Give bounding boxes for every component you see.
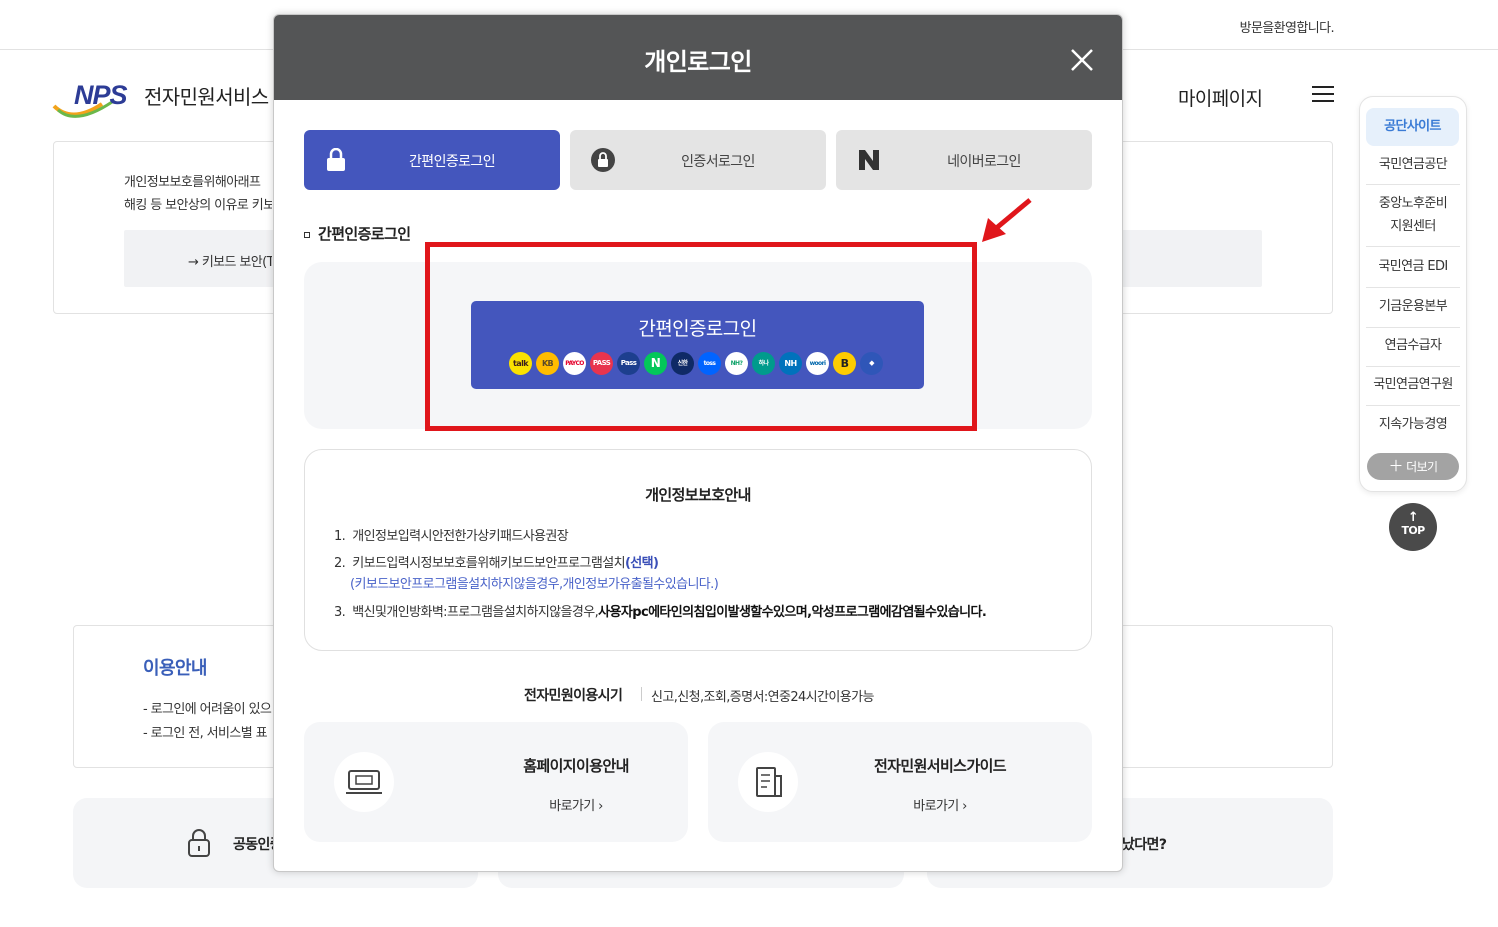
divider	[641, 687, 642, 701]
welcome-text: 방문을환영합니다.	[1239, 21, 1335, 36]
item-number: 3.	[334, 605, 346, 620]
keyboard-security-link[interactable]: → 키보드 보안(T	[188, 251, 272, 270]
side-more-button[interactable]: ＋ 더보기	[1367, 453, 1459, 480]
usage-line: - 로그인 전, 서비스별 표	[143, 726, 268, 741]
section-label: 간편인증로그인	[304, 223, 411, 244]
notice-line: 해킹 등 보안상의 이유로 키보	[124, 198, 272, 213]
arrow-annotation-icon	[982, 198, 1032, 242]
bullet-icon	[304, 231, 310, 238]
side-item-label: 지원센터	[1390, 219, 1436, 234]
bottom-card-label: 공동인증	[233, 837, 273, 853]
logo-mark[interactable]: NPS	[74, 80, 128, 111]
privacy-item-2-sub: (키보드보안프로그램을설치하지않을경우,개인정보가유출될수있습니다.)	[350, 577, 719, 592]
privacy-item-3: 3. 백신및개인방화벽:프로그램을설치하지않을경우,사용자pc에타인의침입이발생…	[334, 601, 987, 620]
service-hours-label: 전자민원이용시기	[524, 688, 623, 704]
item-number: 1.	[334, 529, 346, 544]
tab-label: 인증서로그인	[681, 154, 755, 170]
logo-text[interactable]: 전자민원서비스	[144, 81, 272, 110]
top-label: TOP	[1401, 524, 1425, 537]
side-item-retirement-center[interactable]: 중앙노후준비 지원센터	[1366, 192, 1460, 247]
scroll-top-button[interactable]: ↑ TOP	[1389, 503, 1437, 551]
close-icon[interactable]	[1068, 46, 1096, 74]
bottom-card-label: 났다면?	[1122, 837, 1167, 853]
plus-icon: ＋	[1388, 457, 1404, 475]
usage-title: 이용안내	[143, 658, 207, 679]
side-item-edi[interactable]: 국민연금 EDI	[1366, 255, 1460, 288]
side-item-nps[interactable]: 국민연금공단	[1366, 153, 1460, 185]
guide-title: 홈페이지이용안내	[523, 757, 629, 775]
guide-link[interactable]: 바로가기 ›	[708, 795, 1172, 814]
mypage-link[interactable]: 마이페이지	[1178, 84, 1263, 111]
item-emphasis: 사용자pc에타인의침입이발생할수있으며,악성프로그램에감염될수있습니다.	[598, 605, 987, 620]
side-item-label: 중앙노후준비	[1378, 196, 1448, 211]
side-item-pensioner[interactable]: 연금수급자	[1366, 334, 1460, 367]
privacy-notice-box	[304, 449, 1092, 651]
privacy-item-1: 1. 개인정보입력시안전한가상키패드사용권장	[334, 525, 569, 544]
tab-naver[interactable]: 네이버로그인	[836, 130, 1092, 190]
privacy-title: 개인정보보호안내	[645, 486, 751, 504]
arrow-up-icon: ↑	[1407, 510, 1419, 525]
side-item-agency-sites[interactable]: 공단사이트	[1366, 108, 1459, 146]
menu-icon[interactable]	[1312, 86, 1334, 104]
modal-title: 개인로그인	[644, 48, 752, 76]
section-label-text: 간편인증로그인	[318, 225, 411, 243]
item-text: 백신및개인방화벽:프로그램을설치하지않을경우,	[352, 605, 599, 620]
notice-line: 개인정보보호를위해아래프	[124, 175, 261, 190]
service-hours-text: 신고,신청,조회,증명서:연중24시간이용가능	[651, 690, 874, 705]
side-item-esg[interactable]: 지속가능경영	[1366, 413, 1460, 439]
privacy-item-2: 2. 키보드입력시정보보호를위해키보드보안프로그램설치(선택)	[334, 552, 659, 571]
usage-line: - 로그인에 어려움이 있으	[143, 702, 272, 717]
tab-label: 네이버로그인	[947, 154, 1021, 170]
tab-easy-auth[interactable]: 간편인증로그인	[304, 130, 560, 190]
highlight-box	[425, 242, 977, 431]
guide-title: 전자민원서비스가이드	[873, 757, 1007, 775]
guide-link[interactable]: 바로가기 ›	[304, 795, 768, 814]
item-number: 2.	[334, 556, 346, 571]
side-item-fund[interactable]: 기금운용본부	[1366, 295, 1460, 328]
more-label: 더보기	[1406, 460, 1438, 474]
item-emphasis: (선택)	[624, 556, 659, 571]
item-text: 개인정보입력시안전한가상키패드사용권장	[352, 529, 569, 544]
lock-icon	[188, 829, 210, 857]
side-item-research[interactable]: 국민연금연구원	[1366, 373, 1460, 406]
tab-certificate[interactable]: 인증서로그인	[570, 130, 826, 190]
item-text: 키보드입력시정보보호를위해키보드보안프로그램설치	[352, 556, 625, 571]
tab-label: 간편인증로그인	[409, 154, 496, 170]
